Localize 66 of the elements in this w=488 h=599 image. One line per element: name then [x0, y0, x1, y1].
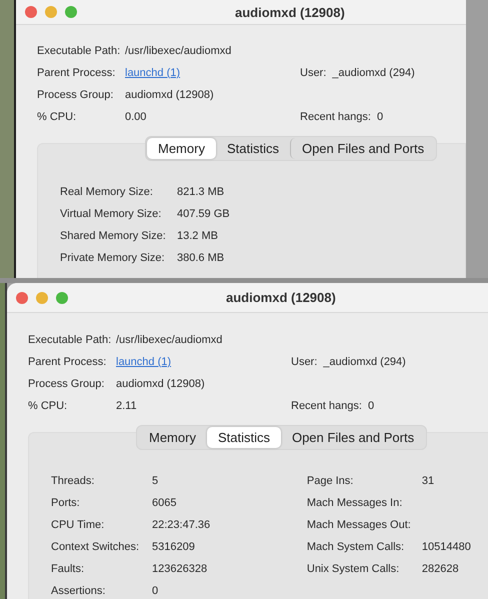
stat-value: 821.3 MB [177, 186, 224, 198]
field-label: User: [291, 356, 318, 368]
stat-value: 31 [422, 475, 434, 487]
field-label: Recent hangs: [291, 400, 362, 412]
stat-value: 0 [152, 585, 158, 597]
minimize-button[interactable] [45, 6, 57, 18]
field-label: Recent hangs: [300, 111, 371, 123]
field-value: audiomxd (12908) [116, 378, 206, 390]
tab[interactable]: Open Files and Ports [290, 138, 436, 159]
field-label: % CPU: [37, 111, 78, 123]
field-value: _audiomxd (294) [323, 356, 406, 368]
field-label: Parent Process: [37, 67, 116, 79]
field-value: _audiomxd (294) [332, 67, 415, 79]
zoom-button[interactable] [65, 6, 77, 18]
field-value: /usr/libexec/audiomxd [125, 45, 232, 57]
field-label: Process Group: [37, 89, 114, 101]
minimize-button[interactable] [36, 292, 48, 304]
stat-label: Mach System Calls: [306, 541, 406, 553]
stat-label: Threads: [51, 475, 96, 487]
field-value: /usr/libexec/audiomxd [116, 334, 224, 346]
stat-label: Unix System Calls: [306, 563, 400, 575]
stat-label: Virtual Memory Size: [60, 208, 162, 220]
stat-value: 123626328 [152, 563, 208, 575]
field-value: audiomxd (12908) [125, 89, 215, 101]
stat-label: Real Memory Size: [60, 186, 154, 198]
stat-value: 380.6 MB [177, 252, 224, 264]
stat-label: Faults: [51, 563, 86, 575]
field-label: Executable Path: [37, 45, 122, 57]
stat-value: 5 [152, 475, 158, 487]
field-label: User: [300, 67, 326, 79]
field-label: Parent Process: [28, 356, 108, 368]
field-value: 0 [376, 111, 384, 123]
stat-value: 6065 [152, 497, 176, 509]
stat-value: 407.59 GB [177, 208, 230, 220]
close-button[interactable] [25, 6, 37, 18]
stat-label: CPU Time: [51, 519, 106, 531]
field-label: % CPU: [28, 400, 68, 412]
tab[interactable]: Statistics [206, 427, 281, 448]
stat-value: 22:23:47.36 [152, 519, 210, 531]
stat-label: Shared Memory Size: [60, 230, 167, 242]
stat-label: Ports: [51, 497, 81, 509]
parent-process-link[interactable]: launchd (1) [125, 67, 180, 79]
close-button[interactable] [16, 292, 28, 304]
zoom-button[interactable] [56, 292, 68, 304]
stat-label: Page Ins: [306, 475, 354, 487]
field-label: Executable Path: [28, 334, 112, 346]
field-value: 0 [368, 400, 374, 412]
stat-label: Context Switches: [51, 541, 140, 553]
stat-value: 13.2 MB [177, 230, 218, 242]
field-value: 0.00 [125, 111, 148, 123]
stat-value: 10514480 [422, 541, 471, 553]
window-title: audiomxd (12908) [235, 4, 345, 20]
stat-value: 282628 [422, 563, 459, 575]
window-title: audiomxd (12908) [226, 290, 336, 305]
tab[interactable]: Memory [138, 427, 207, 448]
stat-label: Mach Messages Out: [306, 519, 412, 531]
field-value: 2.11 [116, 400, 138, 412]
field-label: Process Group: [28, 378, 106, 390]
stat-label: Mach Messages In: [306, 497, 404, 509]
tab[interactable]: Memory [147, 138, 216, 159]
parent-process-link[interactable]: launchd (1) [116, 356, 172, 368]
stat-label: Private Memory Size: [60, 252, 166, 264]
tab[interactable]: Open Files and Ports [280, 427, 426, 448]
stat-label: Assertions: [51, 585, 106, 597]
stat-value: 5316209 [152, 541, 195, 553]
tab[interactable]: Statistics [216, 138, 290, 159]
